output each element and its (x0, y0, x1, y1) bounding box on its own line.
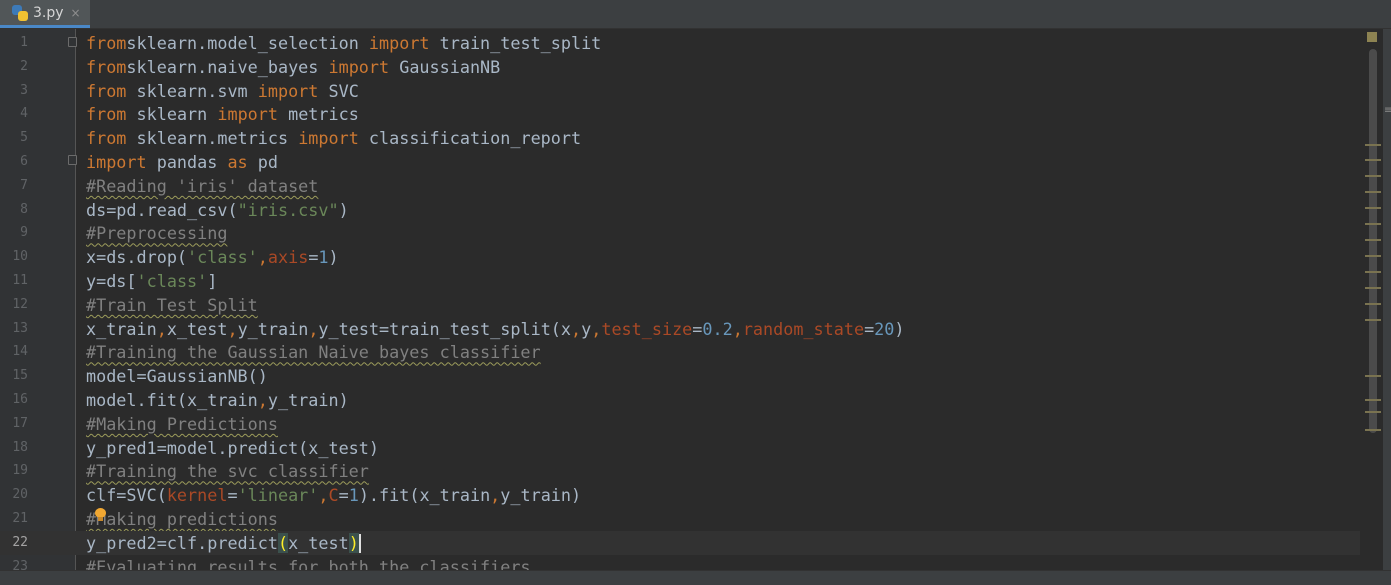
code-text: #Training the svc classifier (86, 461, 369, 482)
line-number: 6 (20, 154, 28, 169)
code-line[interactable]: 19 #Training the svc classifier (0, 459, 1360, 483)
code-text: from sklearn.svm import SVC (86, 80, 359, 101)
code-line[interactable]: 15 model=GaussianNB() (0, 364, 1360, 388)
code-text: y_pred2=clf.predict(x_test) (86, 532, 361, 553)
code-text: fromsklearn.naive_bayes import GaussianN… (86, 56, 501, 77)
code-line[interactable]: 3 from sklearn.svm import SVC (0, 79, 1360, 103)
code-text: clf=SVC(kernel='linear',C=1).fit(x_train… (86, 485, 582, 506)
editor-tab-bar: 3.py × (0, 0, 1391, 29)
code-line[interactable]: 13 x_train,x_test,y_train,y_test=train_te… (0, 317, 1360, 341)
code-line[interactable]: 2 fromsklearn.naive_bayes import Gaussian… (0, 55, 1360, 79)
line-number: 13 (12, 320, 28, 336)
horizontal-scrollbar[interactable] (0, 570, 1391, 585)
line-number: 3 (20, 82, 28, 98)
warning-stripe-mark[interactable] (1365, 429, 1381, 431)
code-text: fromsklearn.model_selection import train… (86, 33, 602, 53)
code-text: #Making predictions (86, 509, 278, 529)
python-file-icon (12, 4, 28, 21)
code-line[interactable]: 12 #Train Test Split (0, 293, 1360, 317)
line-number: 9 (20, 225, 28, 241)
code-line[interactable]: 1 fromsklearn.model_selection import trai… (0, 31, 1360, 55)
code-line[interactable]: 22 y_pred2=clf.predict(x_test) (0, 530, 1360, 555)
line-number: 8 (20, 201, 28, 217)
code-text: ds=pd.read_csv("iris.csv") (86, 199, 349, 220)
code-line[interactable]: 11 y=ds['class'] (0, 269, 1360, 293)
line-number: 15 (12, 368, 28, 384)
code-text: import pandas as pd (86, 152, 278, 172)
code-text: #Preprocessing (86, 223, 228, 244)
warning-stripe-mark[interactable] (1365, 175, 1381, 177)
code-line[interactable]: 17 #Making Predictions (0, 412, 1360, 436)
code-line[interactable]: 23 #Evaluating results for both the class… (0, 555, 1360, 570)
code-line[interactable]: 7 #Reading 'iris' dataset (0, 174, 1360, 198)
inspection-status-icon[interactable] (1367, 32, 1377, 42)
line-number: 5 (20, 130, 28, 146)
code-line[interactable]: 4 from sklearn import metrics (0, 102, 1360, 126)
line-number: 7 (20, 177, 28, 193)
lightbulb-icon[interactable] (95, 508, 106, 522)
line-number: 17 (12, 415, 28, 431)
code-line[interactable]: 6 import pandas as pd (0, 150, 1360, 174)
code-line[interactable]: 16 model.fit(x_train,y_train) (0, 388, 1360, 412)
code-text: x=ds.drop('class',axis=1) (86, 247, 339, 268)
code-text: #Reading 'iris' dataset (86, 175, 319, 196)
code-line[interactable]: 5 from sklearn.metrics import classificat… (0, 126, 1360, 150)
line-number: 16 (12, 392, 28, 407)
line-number: 11 (12, 273, 28, 288)
tab-label: 3.py (33, 4, 64, 21)
warning-stripe-mark[interactable] (1365, 191, 1381, 193)
code-text: #Making Predictions (86, 413, 278, 434)
warning-stripe-mark[interactable] (1365, 159, 1381, 161)
code-text: x_train,x_test,y_train,y_test=train_test… (86, 318, 905, 339)
code-line[interactable]: 9 #Preprocessing (0, 221, 1360, 245)
code-line[interactable]: 14 #Training the Gaussian Naive bayes cla… (0, 340, 1360, 364)
line-number: 14 (12, 344, 28, 360)
code-text: from sklearn import metrics (86, 104, 359, 125)
warning-stripe-mark[interactable] (1365, 223, 1381, 225)
warning-stripe-mark[interactable] (1365, 303, 1381, 305)
code-line[interactable]: 18 y_pred1=model.predict(x_test) (0, 436, 1360, 460)
line-number: 21 (12, 511, 28, 526)
text-caret (358, 533, 361, 553)
line-number: 22 (12, 534, 28, 550)
code-text: from sklearn.metrics import classificati… (86, 128, 582, 149)
line-number: 1 (20, 35, 28, 50)
warning-stripe-mark[interactable] (1365, 239, 1381, 241)
code-line[interactable]: 21 #Making predictions (0, 507, 1360, 531)
warning-stripe-mark[interactable] (1365, 287, 1381, 289)
warning-stripe-mark[interactable] (1365, 411, 1381, 413)
warning-stripe-mark[interactable] (1365, 144, 1381, 146)
line-number: 12 (12, 296, 28, 312)
line-number: 20 (12, 487, 28, 503)
code-line[interactable]: 20 clf=SVC(kernel='linear',C=1).fit(x_tra… (0, 483, 1360, 507)
warning-stripe-mark[interactable] (1365, 319, 1381, 321)
code-text: #Evaluating results for both the classif… (86, 556, 541, 570)
fold-marker-icon[interactable] (68, 155, 77, 165)
tab-3-py[interactable]: 3.py × (0, 0, 90, 28)
code-line[interactable]: 10 x=ds.drop('class',axis=1) (0, 245, 1360, 269)
line-number: 19 (12, 463, 28, 479)
code-editor[interactable]: 1 fromsklearn.model_selection import trai… (0, 29, 1391, 570)
line-number: 23 (12, 558, 28, 570)
warning-stripe-mark[interactable] (1365, 375, 1381, 377)
warning-stripe-mark[interactable] (1365, 255, 1381, 257)
code-text: #Train Test Split (86, 294, 258, 315)
code-text: model=GaussianNB() (86, 366, 268, 387)
warning-stripe-mark[interactable] (1365, 271, 1381, 273)
close-icon[interactable]: × (71, 6, 81, 20)
code-text: y_pred1=model.predict(x_test) (86, 437, 379, 458)
line-number: 18 (12, 439, 28, 455)
code-text: y=ds['class'] (86, 271, 218, 291)
warning-stripe-mark[interactable] (1365, 207, 1381, 209)
line-number: 10 (12, 249, 28, 265)
code-line[interactable]: 8 ds=pd.read_csv("iris.csv") (0, 198, 1360, 222)
code-text: #Training the Gaussian Naive bayes class… (86, 342, 541, 363)
fold-marker-icon[interactable] (68, 37, 77, 47)
warning-stripe-mark[interactable] (1365, 399, 1381, 401)
right-tool-strip: ≡ (1383, 29, 1391, 570)
line-number: 2 (20, 58, 28, 74)
code-text: model.fit(x_train,y_train) (86, 390, 349, 410)
line-number: 4 (20, 106, 28, 122)
